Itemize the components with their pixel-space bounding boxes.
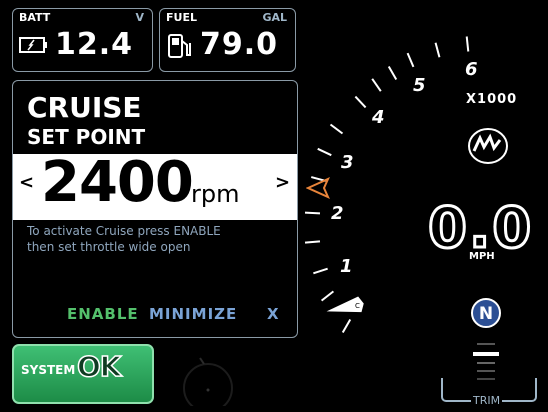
cruise-title: CRUISE xyxy=(27,91,142,124)
tach-multiplier: X1000 xyxy=(466,92,518,107)
trim-bar xyxy=(477,343,495,345)
speed-unit: MPH xyxy=(469,251,495,262)
gear-neutral-icon: N xyxy=(471,298,501,328)
system-status-button[interactable]: SYSTEM OK xyxy=(12,344,154,404)
battery-panel: BATT V 12.4 xyxy=(12,8,153,72)
increase-rpm-button[interactable]: > xyxy=(275,172,290,193)
tach-tick xyxy=(317,147,332,157)
cruise-hint-line2: then set throttle wide open xyxy=(27,240,191,254)
tach-number-1: 1 xyxy=(340,256,353,277)
tach-number-6: 6 xyxy=(465,59,478,80)
close-button[interactable]: X xyxy=(267,305,280,323)
tach-tick xyxy=(371,78,382,92)
system-status-text: OK xyxy=(76,349,122,384)
fuel-unit: GAL xyxy=(262,11,287,24)
tach-tick xyxy=(387,66,398,80)
tach-tick xyxy=(465,36,470,52)
cruise-subtitle: SET POINT xyxy=(27,125,146,149)
rpm-setpoint-value: 2400 xyxy=(41,150,194,215)
tach-tick xyxy=(304,211,321,215)
fuel-pump-icon xyxy=(168,34,191,58)
tach-number-3: 3 xyxy=(341,152,354,173)
trim-bar xyxy=(477,362,495,364)
minimize-button[interactable]: MINIMIZE xyxy=(149,305,237,323)
battery-unit: V xyxy=(135,11,144,24)
tach-tick xyxy=(329,123,344,135)
gear-letter: N xyxy=(479,304,493,324)
fuel-value: 79.0 xyxy=(200,27,279,62)
system-label: SYSTEM xyxy=(21,363,76,377)
tach-tick xyxy=(313,267,328,275)
battery-label: BATT xyxy=(19,11,51,24)
trim-bar-active xyxy=(473,352,499,356)
tach-needle-icon: C xyxy=(326,296,364,313)
mercury-logo-icon xyxy=(468,128,508,164)
decrease-rpm-button[interactable]: < xyxy=(19,172,34,193)
tach-tick xyxy=(304,240,321,244)
battery-icon xyxy=(19,37,47,53)
setpoint-marker-icon xyxy=(306,177,330,199)
faint-dial-icon xyxy=(183,357,233,406)
fuel-label: FUEL xyxy=(166,11,197,24)
tach-tick xyxy=(434,42,441,58)
cruise-panel: CRUISE SET POINT < 2400 rpm > To activat… xyxy=(12,80,298,338)
tach-number-4: 4 xyxy=(372,107,385,128)
fuel-panel: FUEL GAL 79.0 xyxy=(159,8,296,72)
tach-number-2: 2 xyxy=(331,203,344,224)
rpm-unit: rpm xyxy=(191,180,240,208)
svg-text:C: C xyxy=(355,302,360,310)
enable-button[interactable]: ENABLE xyxy=(67,305,139,323)
tach-tick xyxy=(406,52,415,68)
trim-label: TRIM xyxy=(471,394,503,407)
rpm-setpoint-field[interactable]: < 2400 rpm > xyxy=(13,150,297,220)
tach-number-5: 5 xyxy=(413,75,426,96)
cruise-hint-line1: To activate Cruise press ENABLE xyxy=(27,224,221,238)
battery-value: 12.4 xyxy=(55,27,134,62)
trim-bar xyxy=(477,370,495,372)
tach-tick xyxy=(354,95,367,109)
